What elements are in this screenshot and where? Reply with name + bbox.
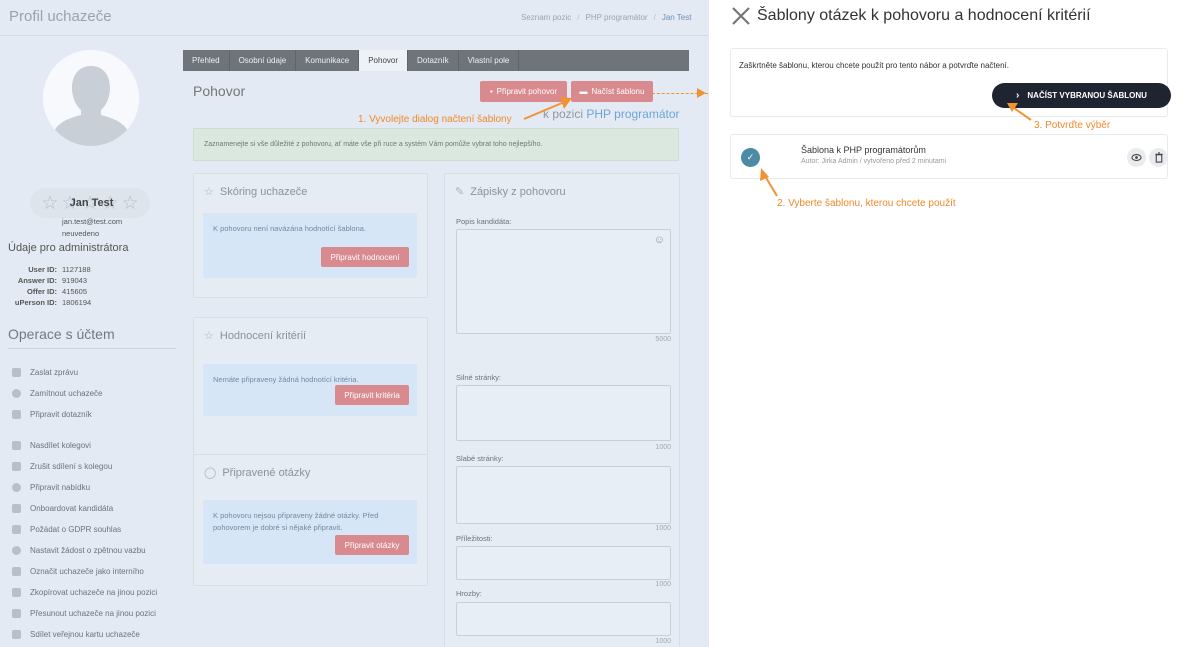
background-app: Profil uchazeče Seznam pozic / PHP program… — [0, 0, 708, 647]
arrow-head-icon — [697, 88, 706, 98]
template-drawer: Šablony otázek k pohovoru a hodnocení kr… — [708, 0, 1200, 647]
annotation-arrows — [760, 103, 1032, 197]
annotation-arrow — [523, 97, 572, 120]
